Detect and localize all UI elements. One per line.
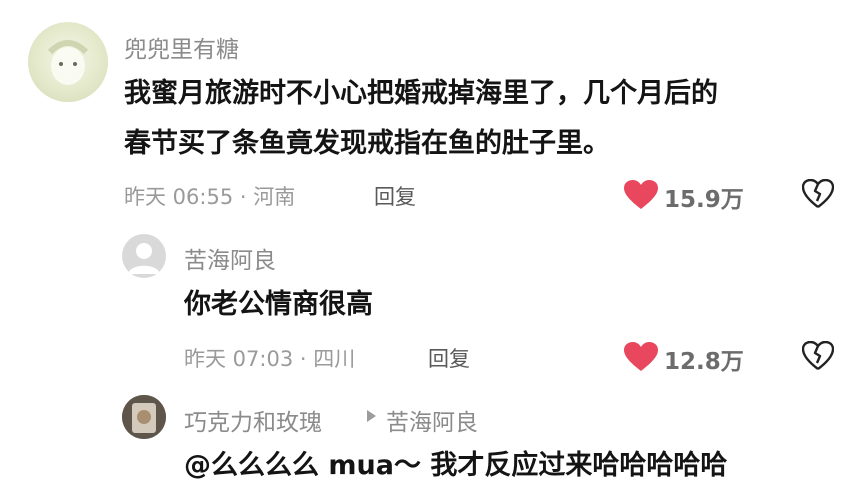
comment-username[interactable]: 苦海阿良 (184, 241, 276, 275)
comment-meta: 昨天 06:55 · 河南 (124, 185, 296, 209)
reply-button[interactable]: 回复 (428, 343, 470, 373)
avatar-face-icon (47, 40, 89, 85)
avatar-kuhai[interactable] (122, 234, 166, 278)
like-count: 12.8万 (664, 349, 744, 375)
broken-heart-icon[interactable] (802, 341, 834, 371)
default-user-icon (128, 243, 160, 274)
like-count: 15.9万 (664, 187, 744, 213)
avatar-doudou[interactable] (28, 22, 108, 102)
comment-username[interactable]: 兜兜里有糖 (124, 30, 239, 64)
comment-username[interactable]: 巧克力和玫瑰 (184, 403, 322, 437)
heart-icon[interactable] (624, 180, 658, 210)
heart-icon[interactable] (624, 342, 658, 372)
comment-meta: 昨天 07:03 · 四川 (184, 347, 356, 371)
avatar-photo-icon (122, 395, 166, 439)
comment-content: @么么么么 mua～ 我才反应过来哈哈哈哈哈 (184, 450, 728, 481)
avatar-qiaokeli[interactable] (122, 395, 166, 439)
reply-to-username[interactable]: 苦海阿良 (386, 403, 478, 437)
comment-content-line2: 春节买了条鱼竟发现戒指在鱼的肚子里。 (124, 128, 610, 159)
comment-content: 你老公情商很高 (184, 289, 373, 320)
reply-arrow-icon (365, 409, 377, 423)
broken-heart-icon[interactable] (802, 179, 834, 209)
comment-content-line1: 我蜜月旅游时不小心把婚戒掉海里了，几个月后的 (124, 78, 718, 109)
reply-button[interactable]: 回复 (374, 181, 416, 211)
